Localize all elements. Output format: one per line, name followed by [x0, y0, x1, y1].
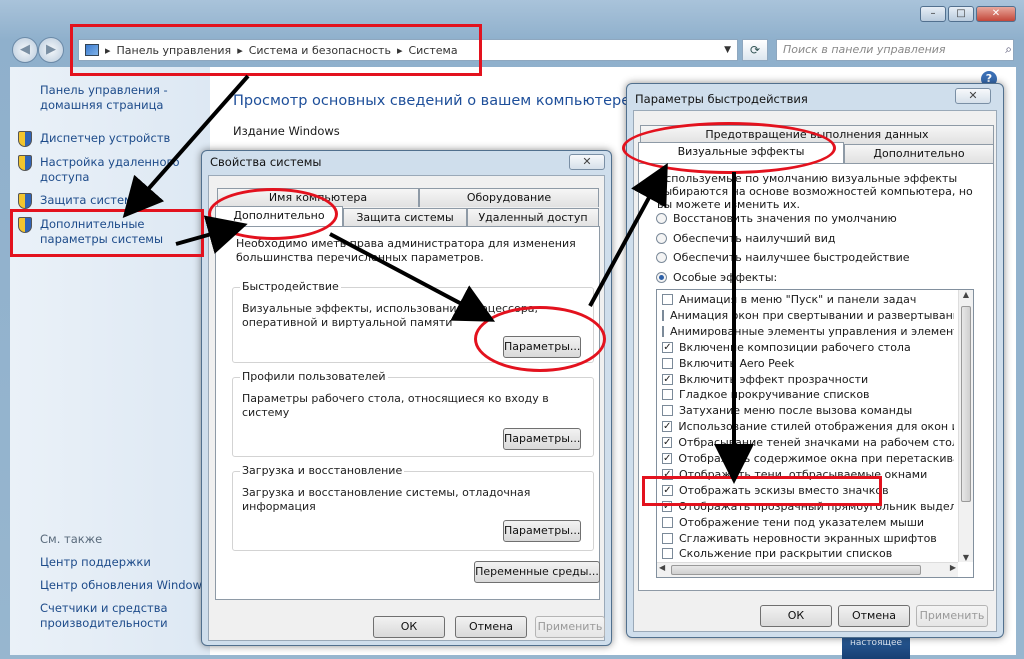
annotation-arrows [122, 74, 754, 484]
